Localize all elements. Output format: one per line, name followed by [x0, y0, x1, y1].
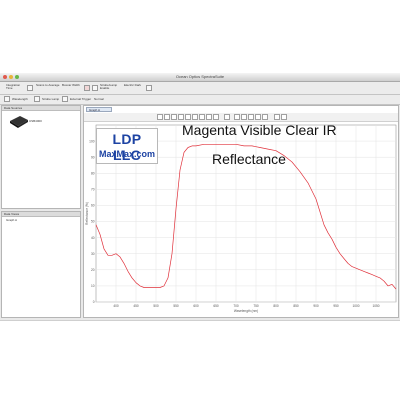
- scans-to-average-label: Scans to Average: [36, 83, 60, 87]
- y-tick-label: 40: [91, 236, 95, 240]
- y-tick-label: 90: [91, 155, 95, 159]
- data-sources-panel: Data Sources USB4000: [1, 105, 81, 209]
- wavelength-toggle[interactable]: [4, 96, 10, 102]
- y-axis-label: Reflectance (%): [85, 202, 89, 225]
- y-tick-label: 60: [91, 204, 95, 208]
- x-tick-label: 600: [193, 304, 199, 308]
- x-tick-label: 850: [293, 304, 299, 308]
- x-tick-label: 750: [253, 304, 259, 308]
- wavelength-label: Wavelength: [12, 97, 28, 101]
- x-axis-label: Wavelength (nm): [234, 309, 258, 313]
- chart-subtitle: Reflectance: [212, 151, 286, 167]
- x-tick-label: 550: [173, 304, 179, 308]
- integration-time-field[interactable]: [27, 85, 33, 91]
- device-label[interactable]: USB4000: [29, 119, 42, 123]
- x-tick-label: 700: [233, 304, 239, 308]
- y-tick-label: 70: [91, 188, 95, 192]
- spectrometer-icon[interactable]: [9, 115, 29, 129]
- boxcar-width-label: Boxcar Width: [62, 83, 80, 87]
- x-tick-label: 1050: [372, 304, 379, 308]
- logo-line2: MaxMax.com: [98, 149, 156, 159]
- x-tick-label: 1000: [352, 304, 359, 308]
- external-trigger-toggle[interactable]: [62, 96, 68, 102]
- integration-time-label: Integration Time: [6, 83, 21, 90]
- x-tick-label: 400: [113, 304, 119, 308]
- x-tick-label: 650: [213, 304, 219, 308]
- chart-title: Magenta Visible Clear IR: [182, 122, 337, 138]
- y-tick-label: 20: [91, 268, 95, 272]
- y-tick-label: 80: [91, 171, 95, 175]
- strobe-lamp-toggle[interactable]: [34, 96, 40, 102]
- strobe-lamp-label: Strobe Lamp: [42, 97, 60, 101]
- x-tick-label: 450: [133, 304, 139, 308]
- y-tick-label: 0: [93, 300, 95, 304]
- ldp-logo: LDP LLC MaxMax.com: [96, 128, 158, 164]
- bottom-divider: [0, 320, 400, 321]
- x-tick-label: 900: [313, 304, 319, 308]
- data-views-header: Data Views: [2, 212, 80, 217]
- data-sources-header: Data Sources: [2, 106, 80, 111]
- y-tick-label: 10: [91, 284, 95, 288]
- x-tick-label: 500: [153, 304, 159, 308]
- data-view-item[interactable]: Graph A: [6, 218, 17, 222]
- y-tick-label: 30: [91, 252, 95, 256]
- y-tick-label: 50: [91, 220, 95, 224]
- y-tick-label: 100: [89, 139, 95, 143]
- x-tick-label: 950: [333, 304, 339, 308]
- data-views-panel: Data Views Graph A: [1, 211, 81, 318]
- x-tick-label: 800: [273, 304, 279, 308]
